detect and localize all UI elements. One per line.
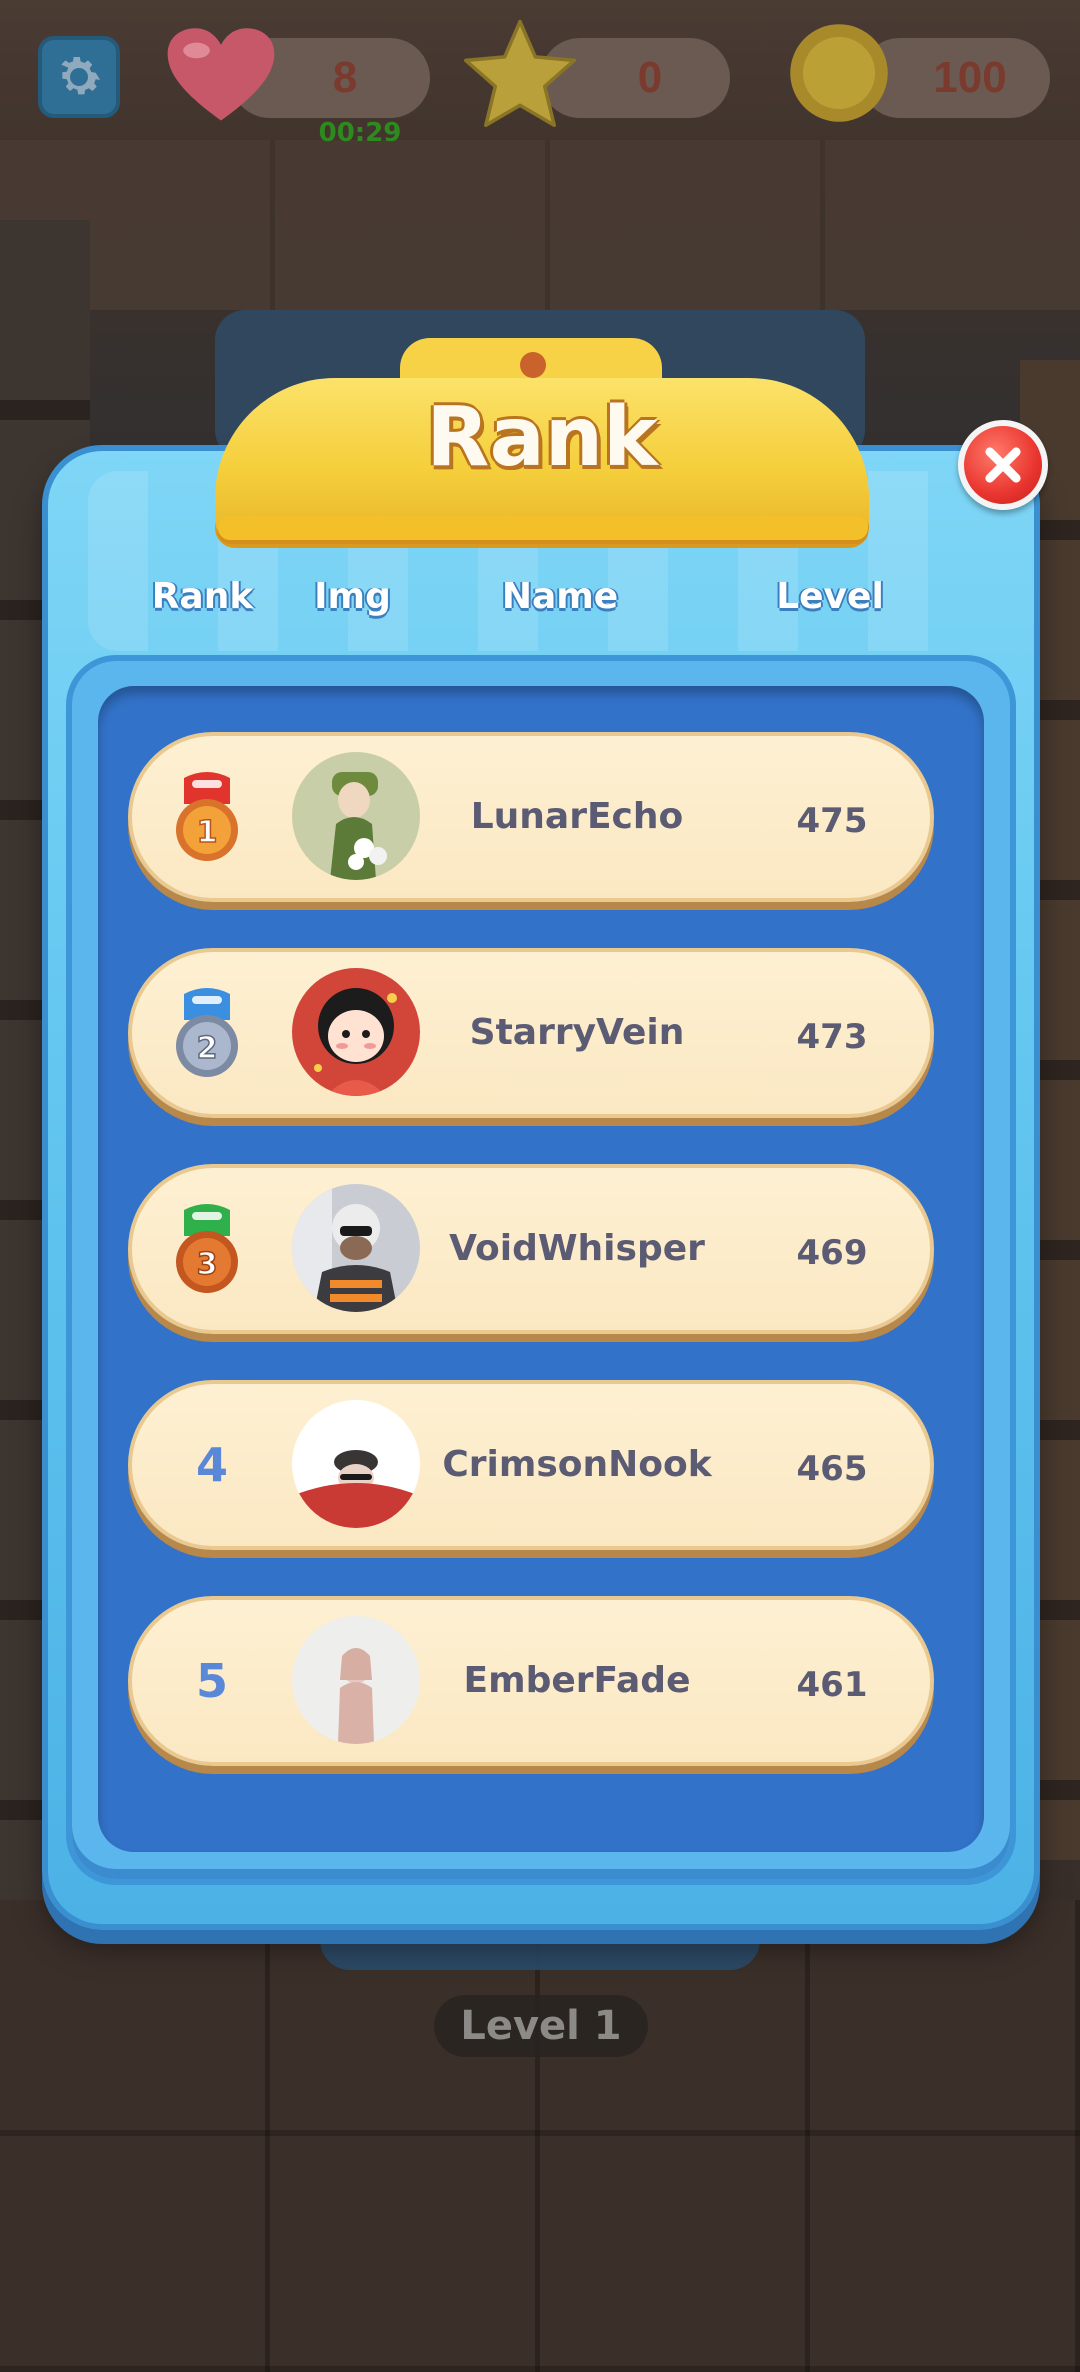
leaderboard-row[interactable]: 1 LunarEcho 475 [128,732,934,902]
close-icon [985,447,1021,483]
player-name: VoidWhisper [449,1228,705,1269]
level-label: Level 1 [434,1995,648,2057]
leaderboard-row[interactable]: 4 CrimsonNook 465 [128,1380,934,1550]
player-level: 465 [796,1449,868,1489]
coins-value: 100 [933,53,1007,102]
dialog-header-strip [218,516,868,540]
lives-timer: 00:29 [318,118,402,148]
column-header-rank: Rank [151,576,254,617]
column-header-img: Img [314,576,391,617]
lives-value: 8 [332,53,358,102]
avatar [292,968,420,1096]
rank-number: 4 [195,1438,228,1492]
player-name: EmberFade [463,1660,691,1701]
settings-button[interactable] [38,36,120,118]
stars-value: 0 [637,53,663,102]
rank-number: 5 [195,1654,228,1708]
leaderboard-row[interactable]: 3 VoidWhisper 469 [128,1164,934,1334]
background-floor [0,1900,1080,2372]
player-level: 475 [796,801,868,841]
avatar [292,1400,420,1528]
medal-rank-label: 3 [197,1247,218,1282]
gear-icon [61,56,101,95]
star-icon [464,19,576,128]
player-level: 469 [796,1233,868,1273]
player-level: 461 [796,1665,868,1705]
player-name: CrimsonNook [442,1444,712,1485]
player-name: StarryVein [469,1012,685,1053]
avatar [292,1184,420,1312]
bronze-medal-icon: 3 [176,1204,238,1293]
avatar [292,1616,420,1744]
player-name: LunarEcho [470,796,684,837]
leaderboard-row[interactable]: 5 EmberFade 461 [128,1596,934,1766]
medal-rank-label: 1 [197,815,218,850]
player-level: 473 [796,1017,868,1057]
heart-icon [167,28,275,121]
coin-icon [790,24,888,122]
background-ceiling [0,140,1080,310]
dialog-title: Rank [426,390,658,485]
clipboard-hole [520,352,546,378]
column-header-level: Level [776,576,884,617]
column-header-name: Name [501,576,619,617]
gold-medal-icon: 1 [176,772,238,861]
close-button[interactable] [958,420,1048,510]
silver-medal-icon: 2 [176,988,238,1077]
medal-rank-label: 2 [197,1031,218,1066]
avatar [292,752,420,880]
leaderboard-row[interactable]: 2 StarryVein 473 [128,948,934,1118]
